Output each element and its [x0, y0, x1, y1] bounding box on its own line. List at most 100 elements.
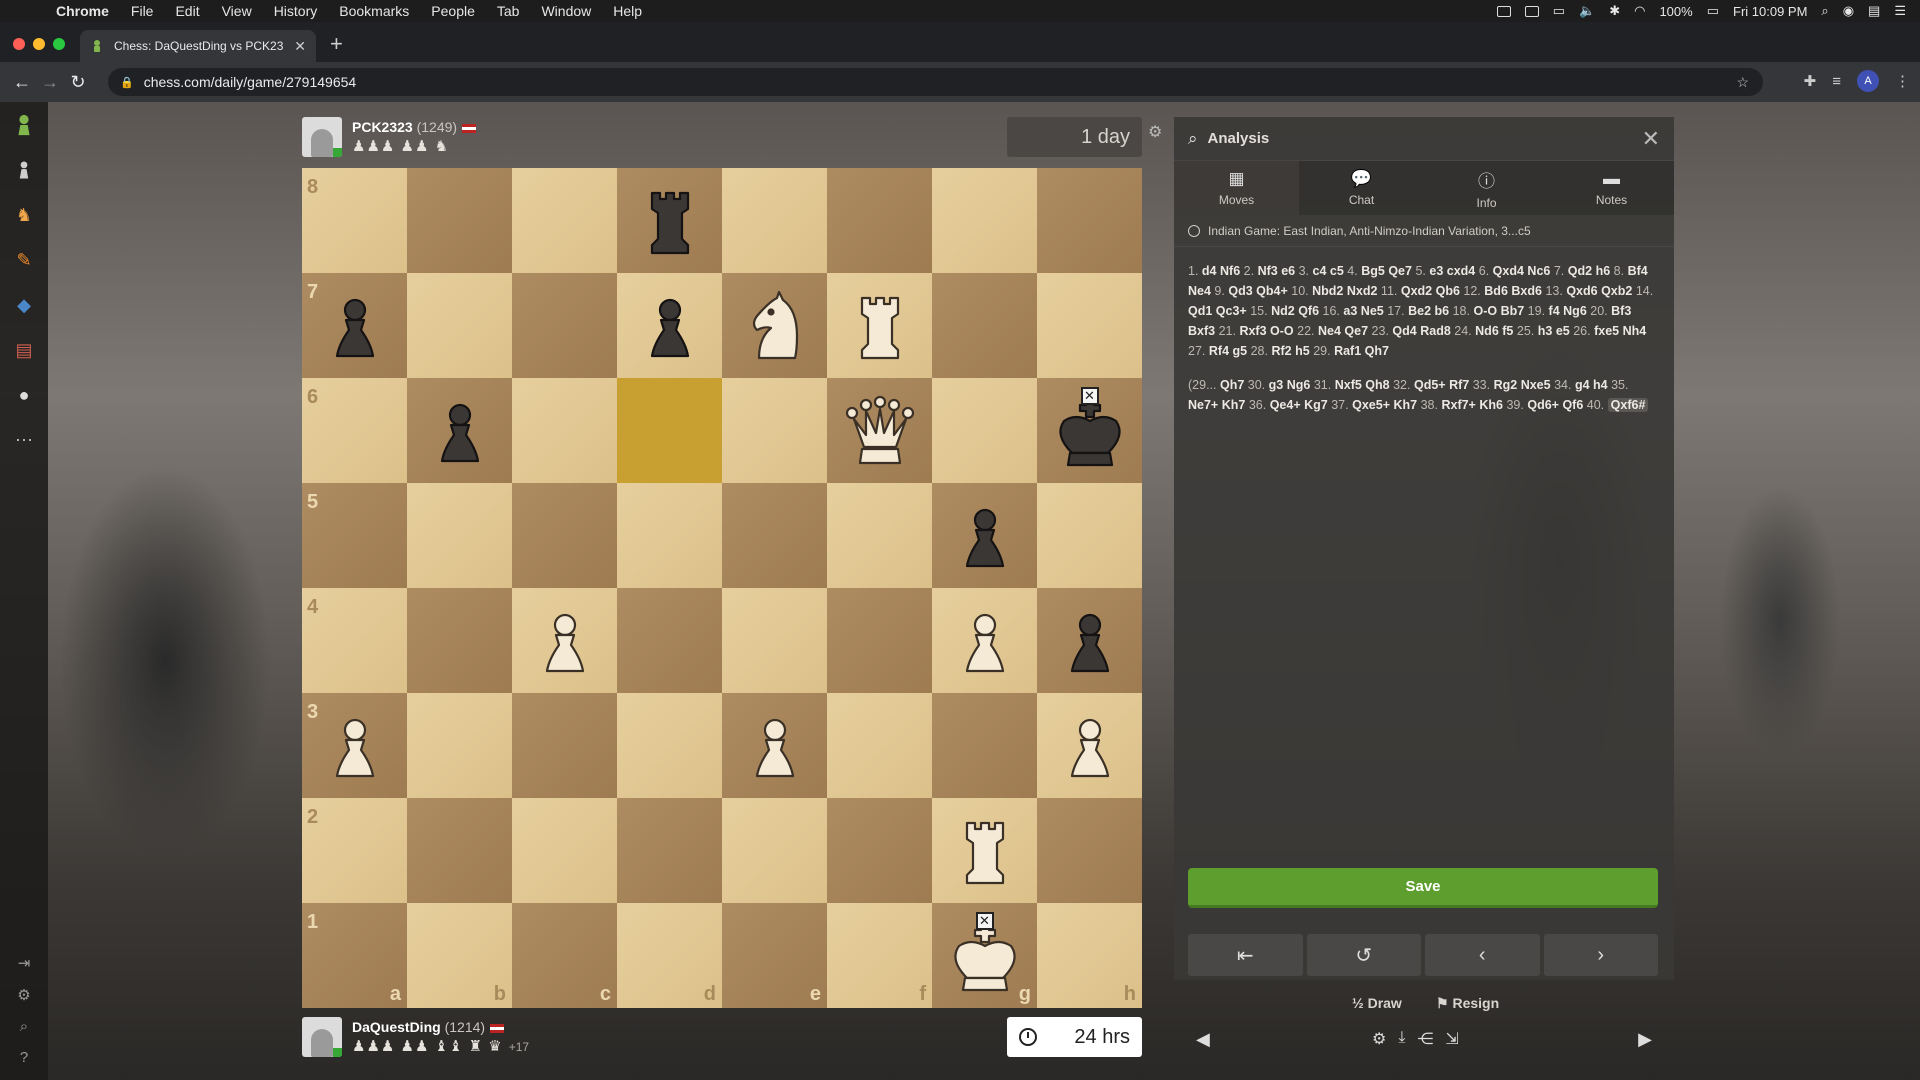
- move[interactable]: Ne5: [1361, 304, 1384, 318]
- square-g3[interactable]: [932, 693, 1037, 798]
- square-e5[interactable]: [722, 483, 827, 588]
- draw-button[interactable]: ½ Draw: [1352, 995, 1402, 1011]
- square-b5[interactable]: [407, 483, 512, 588]
- move[interactable]: Nh4: [1623, 324, 1647, 338]
- square-a1[interactable]: 1a: [302, 903, 407, 1008]
- move[interactable]: Ne7+: [1188, 398, 1218, 412]
- chess-board[interactable]: 8 7 6 ✕ 5 4 3 2 1 a b c d e f g ✕ h: [302, 168, 1142, 1008]
- square-f8[interactable]: [827, 168, 932, 273]
- puzzles-icon[interactable]: ♞: [11, 202, 37, 228]
- square-h5[interactable]: [1037, 483, 1142, 588]
- square-d8[interactable]: [617, 168, 722, 273]
- square-c2[interactable]: [512, 798, 617, 903]
- square-a7[interactable]: 7: [302, 273, 407, 378]
- black-pawn-icon[interactable]: [420, 391, 500, 471]
- square-b7[interactable]: [407, 273, 512, 378]
- news-icon[interactable]: ▤: [11, 337, 37, 363]
- move[interactable]: Ng6: [1563, 304, 1587, 318]
- square-d5[interactable]: [617, 483, 722, 588]
- square-g2[interactable]: [932, 798, 1037, 903]
- watch-icon[interactable]: ◆: [11, 292, 37, 318]
- square-h6[interactable]: ✕: [1037, 378, 1142, 483]
- forward-button[interactable]: →: [36, 72, 64, 93]
- move[interactable]: Qf6: [1298, 304, 1319, 318]
- square-e3[interactable]: [722, 693, 827, 798]
- move[interactable]: c4: [1313, 264, 1327, 278]
- move[interactable]: Qe4+: [1270, 398, 1301, 412]
- wifi-icon[interactable]: ◠: [1634, 3, 1645, 19]
- square-d7[interactable]: [617, 273, 722, 378]
- avatar[interactable]: [302, 1017, 342, 1057]
- move[interactable]: Qh7: [1365, 344, 1389, 358]
- chesscom-logo-icon[interactable]: [11, 112, 37, 138]
- move[interactable]: Rg2: [1494, 378, 1518, 392]
- reset-icon[interactable]: ↺: [1306, 934, 1421, 976]
- square-b1[interactable]: b: [407, 903, 512, 1008]
- square-g7[interactable]: [932, 273, 1037, 378]
- square-f2[interactable]: [827, 798, 932, 903]
- square-h4[interactable]: [1037, 588, 1142, 693]
- close-tab-icon[interactable]: ✕: [294, 38, 306, 55]
- battery-icon[interactable]: ▭: [1707, 3, 1719, 19]
- square-c3[interactable]: [512, 693, 617, 798]
- avatar[interactable]: [302, 117, 342, 157]
- move[interactable]: Qh8: [1365, 378, 1389, 392]
- move[interactable]: c5: [1330, 264, 1344, 278]
- profile-avatar[interactable]: A: [1857, 70, 1879, 92]
- square-d4[interactable]: [617, 588, 722, 693]
- move[interactable]: Qd1: [1188, 304, 1212, 318]
- export-icon[interactable]: ⇲: [1445, 1029, 1458, 1049]
- move[interactable]: h5: [1295, 344, 1310, 358]
- move[interactable]: Rf4: [1209, 344, 1229, 358]
- save-button[interactable]: Save: [1188, 868, 1658, 908]
- siri-icon[interactable]: ◉: [1843, 3, 1854, 19]
- square-a4[interactable]: 4: [302, 588, 407, 693]
- white-pawn-icon[interactable]: [525, 601, 605, 681]
- volume-icon[interactable]: 🔈: [1579, 3, 1595, 19]
- white-pawn-icon[interactable]: [735, 706, 815, 786]
- move[interactable]: Nc6: [1527, 264, 1550, 278]
- square-e8[interactable]: [722, 168, 827, 273]
- move[interactable]: Nf3: [1258, 264, 1278, 278]
- move[interactable]: Qxf6#: [1607, 398, 1649, 412]
- white-rook-icon[interactable]: [840, 286, 920, 366]
- tab-info[interactable]: ⓘ Info: [1424, 161, 1549, 215]
- square-h3[interactable]: [1037, 693, 1142, 798]
- search-icon[interactable]: ⌕: [20, 1018, 28, 1035]
- move[interactable]: Kh7: [1393, 398, 1417, 412]
- move[interactable]: Qc3+: [1216, 304, 1247, 318]
- move[interactable]: cxd4: [1447, 264, 1476, 278]
- move[interactable]: Qd3: [1228, 284, 1252, 298]
- black-pawn-icon[interactable]: [315, 286, 395, 366]
- move[interactable]: f4: [1549, 304, 1560, 318]
- square-b4[interactable]: [407, 588, 512, 693]
- move[interactable]: Be2: [1408, 304, 1431, 318]
- move[interactable]: Qb6: [1436, 284, 1460, 298]
- next-game-icon[interactable]: ▶: [1638, 1029, 1652, 1050]
- square-b8[interactable]: [407, 168, 512, 273]
- move[interactable]: e3: [1429, 264, 1443, 278]
- back-button[interactable]: ←: [8, 72, 36, 93]
- square-h8[interactable]: [1037, 168, 1142, 273]
- learn-icon[interactable]: ✎: [11, 247, 37, 273]
- move[interactable]: Bb7: [1501, 304, 1525, 318]
- move[interactable]: Nf6: [1220, 264, 1240, 278]
- move[interactable]: Qxe5+: [1352, 398, 1390, 412]
- square-a5[interactable]: 5: [302, 483, 407, 588]
- white-rook-icon[interactable]: [945, 811, 1025, 891]
- menu-edit[interactable]: Edit: [175, 3, 199, 19]
- url-text[interactable]: chess.com/daily/game/279149654: [144, 74, 356, 90]
- social-icon[interactable]: ●: [11, 382, 37, 408]
- new-tab-button[interactable]: +: [330, 30, 343, 58]
- window-icon[interactable]: [1496, 5, 1511, 17]
- square-f3[interactable]: [827, 693, 932, 798]
- move[interactable]: g5: [1233, 344, 1248, 358]
- play-pawn-icon[interactable]: [11, 157, 37, 183]
- move[interactable]: Nbd2: [1312, 284, 1343, 298]
- move[interactable]: Nd2: [1271, 304, 1295, 318]
- flip-board-button[interactable]: ⇤: [1188, 934, 1303, 976]
- move[interactable]: b6: [1435, 304, 1450, 318]
- collapse-icon[interactable]: ⇥: [18, 954, 31, 972]
- square-b6[interactable]: [407, 378, 512, 483]
- move[interactable]: Rf7: [1449, 378, 1469, 392]
